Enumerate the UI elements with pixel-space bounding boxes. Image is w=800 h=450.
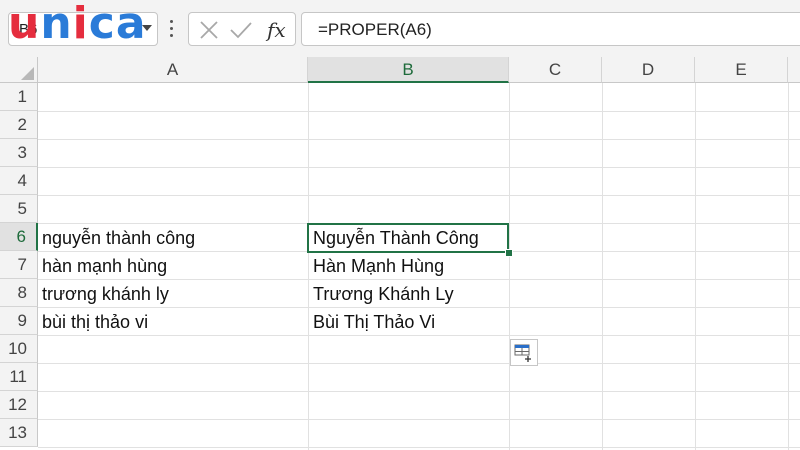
- row-header-13[interactable]: 13: [0, 419, 38, 447]
- cell-a7[interactable]: hàn mạnh hùng: [42, 251, 167, 279]
- cell-b7[interactable]: Hàn Mạnh Hùng: [313, 251, 444, 279]
- fill-handle[interactable]: [505, 249, 513, 257]
- row-header-6[interactable]: 6: [0, 223, 38, 251]
- paste-options-icon: [514, 344, 531, 362]
- row-header-4[interactable]: 4: [0, 167, 38, 195]
- cell-b8[interactable]: Trương Khánh Ly: [313, 279, 454, 307]
- active-cell-border: [307, 223, 509, 253]
- row-header-3[interactable]: 3: [0, 139, 38, 167]
- row-header-1[interactable]: 1: [0, 83, 38, 111]
- row-header-2[interactable]: 2: [0, 111, 38, 139]
- cell-a8[interactable]: trương khánh ly: [42, 279, 169, 307]
- row-header-7[interactable]: 7: [0, 251, 38, 279]
- cell-a6[interactable]: nguyễn thành công: [42, 223, 195, 251]
- paste-options-button[interactable]: [510, 339, 538, 366]
- row-header-10[interactable]: 10: [0, 335, 38, 363]
- cell-b9[interactable]: Bùi Thị Thảo Vi: [313, 307, 435, 335]
- row-header-9[interactable]: 9: [0, 307, 38, 335]
- cell-a9[interactable]: bùi thị thảo vi: [42, 307, 148, 335]
- row-header-5[interactable]: 5: [0, 195, 38, 223]
- row-header-12[interactable]: 12: [0, 391, 38, 419]
- row-header-8[interactable]: 8: [0, 279, 38, 307]
- row-header-11[interactable]: 11: [0, 363, 38, 391]
